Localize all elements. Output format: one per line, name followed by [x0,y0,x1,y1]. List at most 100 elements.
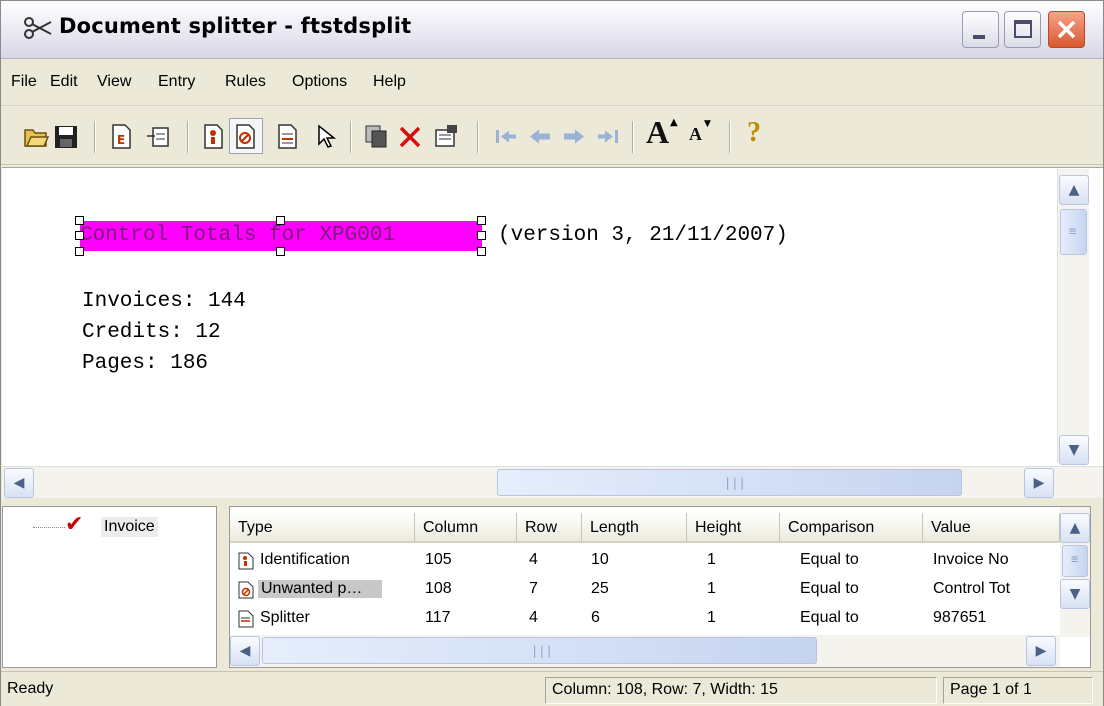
toolbar: E A ▲ A ▼ ? [1,107,1103,165]
resize-handle[interactable] [477,216,486,225]
toolbar-separator [729,121,731,153]
resize-handle[interactable] [75,231,84,240]
insert-field-icon[interactable] [145,122,171,150]
cell-row: 4 [529,609,538,626]
delete-icon[interactable] [397,122,423,150]
scroll-up-button[interactable]: ▲ [1060,513,1090,543]
tree-item-invoice[interactable]: Invoice [101,517,158,537]
chevron-right-icon: ▶ [1033,475,1045,491]
list-horizontal-scrollbar[interactable]: ◀ ||| ▶ [230,635,1060,667]
close-button[interactable] [1048,11,1085,48]
scroll-thumb[interactable]: ≡ [1060,209,1087,255]
scroll-right-button[interactable]: ▶ [1026,636,1056,666]
last-page-icon[interactable] [595,122,621,150]
list-header: Type Column Row Length Height Comparison… [230,513,1060,545]
menu-edit[interactable]: Edit [50,73,78,91]
window-title: Document splitter - ftstdsplit [59,14,412,38]
previous-page-icon[interactable] [527,122,553,150]
resize-handle[interactable] [477,231,486,240]
chevron-down-icon: ▼ [1068,442,1080,458]
cell-comparison: Equal to [800,551,859,568]
menu-entry[interactable]: Entry [158,73,195,91]
identification-icon [238,552,254,570]
status-position: Column: 108, Row: 7, Width: 15 [545,677,937,704]
cell-column: 117 [425,609,451,626]
resize-handle[interactable] [75,247,84,256]
cell-column: 105 [425,551,452,568]
column-header-type[interactable]: Type [230,513,415,543]
column-header-value[interactable]: Value [923,513,1060,543]
smaller-font-button[interactable]: A ▼ [687,119,717,150]
toolbar-separator [94,121,96,153]
column-header-comparison[interactable]: Comparison [780,513,923,543]
menu-help[interactable]: Help [373,73,406,91]
status-bar: Ready Column: 108, Row: 7, Width: 15 Pag… [1,671,1103,706]
scroll-thumb[interactable]: ≡ [1062,545,1088,577]
checkmark-icon: ✔ [65,512,84,537]
edit-entry-icon[interactable]: E [109,122,135,150]
pointer-icon[interactable] [313,122,339,150]
chevron-up-icon: ▲ [1069,520,1081,536]
resize-handle[interactable] [276,247,285,256]
document-vertical-scrollbar[interactable]: ▲ ≡ ▼ [1057,169,1089,465]
resize-handle[interactable] [75,216,84,225]
scroll-down-button[interactable]: ▼ [1059,435,1089,465]
scroll-left-button[interactable]: ◀ [230,636,260,666]
column-header-length[interactable]: Length [582,513,687,543]
scroll-right-button[interactable]: ▶ [1024,468,1054,498]
cell-value: 987651 [933,609,987,626]
scroll-up-button[interactable]: ▲ [1059,175,1089,205]
rules-list[interactable]: Type Column Row Length Height Comparison… [229,506,1091,668]
table-row[interactable]: Unwanted p… 108 7 25 1 Equal to Control … [230,576,1060,605]
list-vertical-scrollbar[interactable]: ▲ ≡ ▼ [1060,507,1090,637]
table-row[interactable]: Splitter 117 4 6 1 Equal to 987651 [230,605,1060,629]
properties-icon[interactable] [433,122,459,150]
menu-view[interactable]: View [97,73,131,91]
document-horizontal-scrollbar[interactable]: ◀ ||| ▶ [2,466,1103,498]
save-icon[interactable] [53,122,79,150]
help-button[interactable]: ? [743,117,769,150]
column-header-height[interactable]: Height [687,513,780,543]
scissors-icon [24,17,52,39]
resize-handle[interactable] [276,216,285,225]
status-text: Ready [7,680,54,697]
document-view[interactable]: Control Totals for XPG001 (version 3, 21… [2,167,1103,497]
minimize-icon [973,35,985,39]
header-text: (version 3, 21/11/2007) [498,224,788,247]
cell-height: 1 [707,609,716,626]
status-page: Page 1 of 1 [943,677,1093,704]
grip-icon: ≡ [1069,224,1077,238]
next-page-icon[interactable] [561,122,587,150]
scroll-thumb[interactable]: ||| [497,469,962,496]
menu-rules[interactable]: Rules [225,73,266,91]
chevron-left-icon: ◀ [239,643,251,659]
minimize-button[interactable] [962,11,999,48]
first-page-icon[interactable] [493,122,519,150]
scroll-left-button[interactable]: ◀ [4,468,34,498]
menu-file[interactable]: File [11,73,37,91]
splitter-bar[interactable] [1,498,1103,506]
unwanted-page-rule-button[interactable] [229,118,263,154]
scroll-down-button[interactable]: ▼ [1060,579,1090,609]
copy-icon[interactable] [363,122,389,150]
identification-rule-icon[interactable] [201,122,227,150]
cell-length: 6 [591,609,600,626]
resize-handle[interactable] [477,247,486,256]
document-type-tree[interactable]: ✔ Invoice [2,506,217,668]
column-header-row[interactable]: Row [517,513,582,543]
splitter-rule-icon[interactable] [275,122,301,150]
title-bar[interactable]: Document splitter - ftstdsplit [1,1,1103,59]
larger-font-button[interactable]: A ▲ [646,114,680,150]
open-folder-icon[interactable] [23,122,49,150]
cell-height: 1 [707,580,716,597]
cell-row: 7 [529,580,538,597]
maximize-button[interactable] [1004,11,1041,48]
chevron-left-icon: ◀ [13,475,25,491]
menu-options[interactable]: Options [292,73,347,91]
cell-column: 108 [425,580,452,597]
column-header-column[interactable]: Column [415,513,517,543]
table-row[interactable]: Identification 105 4 10 1 Equal to Invoi… [230,547,1060,576]
scroll-thumb[interactable]: ||| [262,637,817,664]
larger-font-icon: A [646,114,670,150]
smaller-font-icon: A [689,124,702,144]
